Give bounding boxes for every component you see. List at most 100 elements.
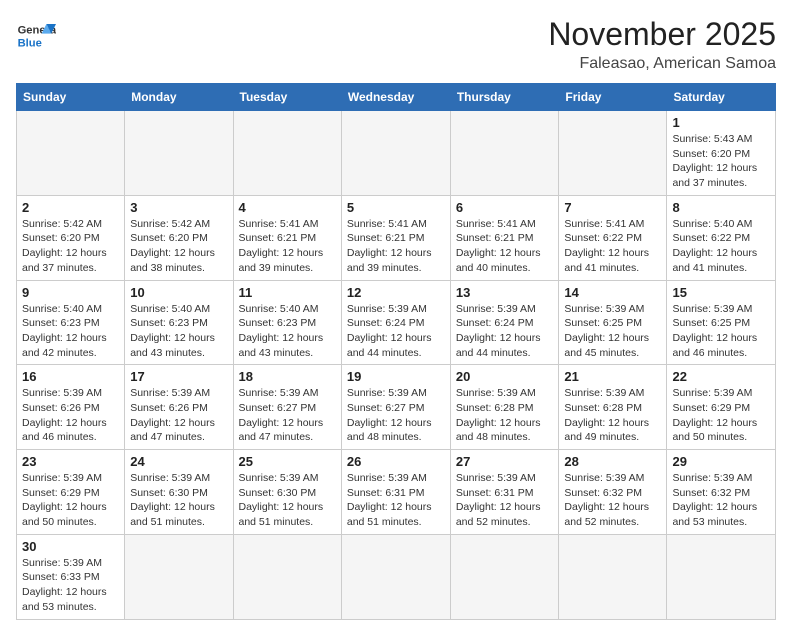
day-info: Sunrise: 5:39 AM Sunset: 6:33 PM Dayligh… [22, 556, 119, 615]
calendar-cell: 18 Sunrise: 5:39 AM Sunset: 6:27 PM Dayli… [233, 365, 341, 450]
calendar-cell: 7 Sunrise: 5:41 AM Sunset: 6:22 PM Daylig… [559, 195, 667, 280]
calendar-cell: 3 Sunrise: 5:42 AM Sunset: 6:20 PM Daylig… [125, 195, 233, 280]
calendar-table: SundayMondayTuesdayWednesdayThursdayFrid… [16, 83, 776, 620]
day-number: 27 [456, 454, 554, 469]
calendar-cell: 26 Sunrise: 5:39 AM Sunset: 6:31 PM Dayli… [341, 450, 450, 535]
day-info: Sunrise: 5:39 AM Sunset: 6:27 PM Dayligh… [239, 386, 336, 445]
day-number: 12 [347, 285, 445, 300]
day-number: 7 [564, 200, 661, 215]
weekday-header-monday: Monday [125, 84, 233, 111]
day-number: 3 [130, 200, 227, 215]
day-number: 20 [456, 369, 554, 384]
day-info: Sunrise: 5:39 AM Sunset: 6:29 PM Dayligh… [672, 386, 770, 445]
day-info: Sunrise: 5:39 AM Sunset: 6:30 PM Dayligh… [130, 471, 227, 530]
calendar-cell: 9Sunrise: 5:40 AM Sunset: 6:23 PM Daylig… [17, 280, 125, 365]
day-number: 1 [672, 115, 770, 130]
month-title: November 2025 [548, 16, 776, 53]
day-number: 18 [239, 369, 336, 384]
calendar-cell [559, 534, 667, 619]
calendar-week-row: 1 Sunrise: 5:43 AM Sunset: 6:20 PM Daylig… [17, 111, 776, 196]
day-number: 25 [239, 454, 336, 469]
day-number: 9 [22, 285, 119, 300]
day-info: Sunrise: 5:39 AM Sunset: 6:32 PM Dayligh… [564, 471, 661, 530]
calendar-cell: 16 Sunrise: 5:39 AM Sunset: 6:26 PM Dayli… [17, 365, 125, 450]
day-info: Sunrise: 5:39 AM Sunset: 6:32 PM Dayligh… [672, 471, 770, 530]
calendar-cell: 10 Sunrise: 5:40 AM Sunset: 6:23 PM Dayli… [125, 280, 233, 365]
calendar-cell [450, 111, 559, 196]
title-section: November 2025 Faleasao, American Samoa [548, 16, 776, 73]
calendar-week-row: 2Sunrise: 5:42 AM Sunset: 6:20 PM Daylig… [17, 195, 776, 280]
logo-icon: General Blue [16, 16, 56, 56]
day-info: Sunrise: 5:41 AM Sunset: 6:21 PM Dayligh… [347, 217, 445, 276]
day-number: 4 [239, 200, 336, 215]
calendar-cell [125, 111, 233, 196]
day-number: 5 [347, 200, 445, 215]
day-info: Sunrise: 5:39 AM Sunset: 6:26 PM Dayligh… [130, 386, 227, 445]
calendar-cell: 1 Sunrise: 5:43 AM Sunset: 6:20 PM Daylig… [667, 111, 776, 196]
calendar-cell: 11 Sunrise: 5:40 AM Sunset: 6:23 PM Dayli… [233, 280, 341, 365]
day-info: Sunrise: 5:40 AM Sunset: 6:23 PM Dayligh… [239, 302, 336, 361]
day-info: Sunrise: 5:39 AM Sunset: 6:28 PM Dayligh… [456, 386, 554, 445]
weekday-header-tuesday: Tuesday [233, 84, 341, 111]
day-number: 16 [22, 369, 119, 384]
day-number: 10 [130, 285, 227, 300]
calendar-cell: 30 Sunrise: 5:39 AM Sunset: 6:33 PM Dayli… [17, 534, 125, 619]
calendar-cell: 14 Sunrise: 5:39 AM Sunset: 6:25 PM Dayli… [559, 280, 667, 365]
day-info: Sunrise: 5:39 AM Sunset: 6:29 PM Dayligh… [22, 471, 119, 530]
calendar-cell: 19 Sunrise: 5:39 AM Sunset: 6:27 PM Dayli… [341, 365, 450, 450]
logo: General Blue [16, 16, 56, 56]
calendar-cell: 17Sunrise: 5:39 AM Sunset: 6:26 PM Dayli… [125, 365, 233, 450]
day-info: Sunrise: 5:42 AM Sunset: 6:20 PM Dayligh… [130, 217, 227, 276]
day-info: Sunrise: 5:40 AM Sunset: 6:23 PM Dayligh… [130, 302, 227, 361]
day-number: 15 [672, 285, 770, 300]
calendar-week-row: 16 Sunrise: 5:39 AM Sunset: 6:26 PM Dayli… [17, 365, 776, 450]
day-number: 13 [456, 285, 554, 300]
day-info: Sunrise: 5:39 AM Sunset: 6:31 PM Dayligh… [456, 471, 554, 530]
day-info: Sunrise: 5:39 AM Sunset: 6:25 PM Dayligh… [672, 302, 770, 361]
calendar-cell: 23Sunrise: 5:39 AM Sunset: 6:29 PM Dayli… [17, 450, 125, 535]
calendar-week-row: 23Sunrise: 5:39 AM Sunset: 6:29 PM Dayli… [17, 450, 776, 535]
weekday-header-friday: Friday [559, 84, 667, 111]
day-info: Sunrise: 5:41 AM Sunset: 6:22 PM Dayligh… [564, 217, 661, 276]
calendar-cell [125, 534, 233, 619]
calendar-cell: 28Sunrise: 5:39 AM Sunset: 6:32 PM Dayli… [559, 450, 667, 535]
day-number: 30 [22, 539, 119, 554]
day-info: Sunrise: 5:39 AM Sunset: 6:27 PM Dayligh… [347, 386, 445, 445]
calendar-cell: 8Sunrise: 5:40 AM Sunset: 6:22 PM Daylig… [667, 195, 776, 280]
calendar-cell: 2Sunrise: 5:42 AM Sunset: 6:20 PM Daylig… [17, 195, 125, 280]
day-number: 21 [564, 369, 661, 384]
calendar-cell: 15 Sunrise: 5:39 AM Sunset: 6:25 PM Dayli… [667, 280, 776, 365]
day-number: 22 [672, 369, 770, 384]
weekday-header-saturday: Saturday [667, 84, 776, 111]
day-info: Sunrise: 5:41 AM Sunset: 6:21 PM Dayligh… [456, 217, 554, 276]
calendar-cell: 5 Sunrise: 5:41 AM Sunset: 6:21 PM Daylig… [341, 195, 450, 280]
day-info: Sunrise: 5:39 AM Sunset: 6:26 PM Dayligh… [22, 386, 119, 445]
day-info: Sunrise: 5:42 AM Sunset: 6:20 PM Dayligh… [22, 217, 119, 276]
calendar-cell: 13Sunrise: 5:39 AM Sunset: 6:24 PM Dayli… [450, 280, 559, 365]
calendar-cell: 12Sunrise: 5:39 AM Sunset: 6:24 PM Dayli… [341, 280, 450, 365]
day-info: Sunrise: 5:39 AM Sunset: 6:28 PM Dayligh… [564, 386, 661, 445]
calendar-cell [233, 534, 341, 619]
weekday-header-thursday: Thursday [450, 84, 559, 111]
day-info: Sunrise: 5:39 AM Sunset: 6:25 PM Dayligh… [564, 302, 661, 361]
calendar-cell: 4 Sunrise: 5:41 AM Sunset: 6:21 PM Daylig… [233, 195, 341, 280]
calendar-cell [341, 111, 450, 196]
weekday-header-row: SundayMondayTuesdayWednesdayThursdayFrid… [17, 84, 776, 111]
day-info: Sunrise: 5:41 AM Sunset: 6:21 PM Dayligh… [239, 217, 336, 276]
calendar-cell [233, 111, 341, 196]
calendar-week-row: 9 Sunrise: 5:40 AM Sunset: 6:23 PM Daylig… [17, 280, 776, 365]
day-info: Sunrise: 5:39 AM Sunset: 6:31 PM Dayligh… [347, 471, 445, 530]
day-number: 14 [564, 285, 661, 300]
day-number: 11 [239, 285, 336, 300]
day-number: 29 [672, 454, 770, 469]
day-info: Sunrise: 5:40 AM Sunset: 6:22 PM Dayligh… [672, 217, 770, 276]
calendar-cell [667, 534, 776, 619]
day-number: 26 [347, 454, 445, 469]
calendar-cell: 29 Sunrise: 5:39 AM Sunset: 6:32 PM Dayli… [667, 450, 776, 535]
calendar-cell [17, 111, 125, 196]
day-info: Sunrise: 5:43 AM Sunset: 6:20 PM Dayligh… [672, 132, 770, 191]
calendar-cell: 21 Sunrise: 5:39 AM Sunset: 6:28 PM Dayli… [559, 365, 667, 450]
calendar-cell: 24Sunrise: 5:39 AM Sunset: 6:30 PM Dayli… [125, 450, 233, 535]
day-info: Sunrise: 5:39 AM Sunset: 6:30 PM Dayligh… [239, 471, 336, 530]
day-number: 19 [347, 369, 445, 384]
